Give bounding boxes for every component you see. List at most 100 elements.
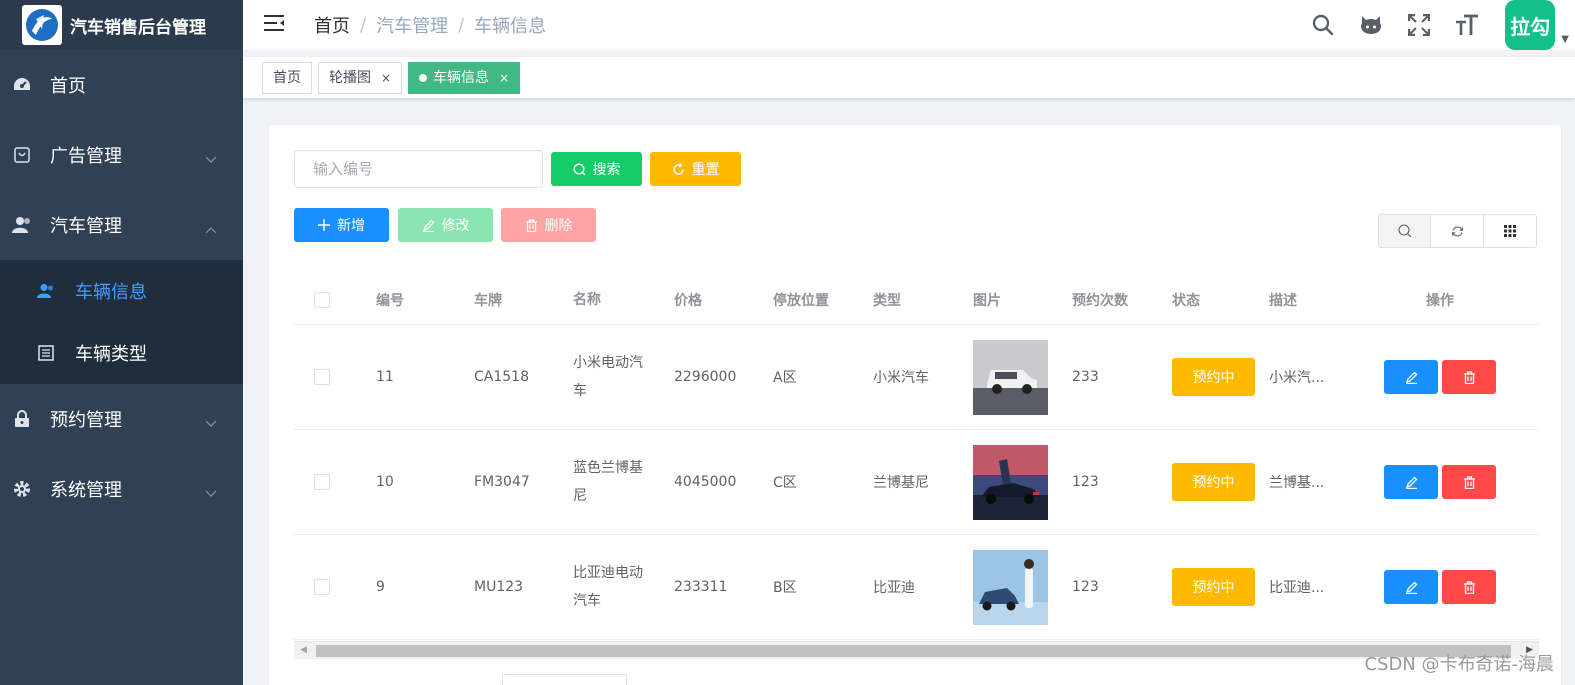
breadcrumb-item-home[interactable]: 首页 [314, 12, 350, 38]
breadcrumb-item-cars: 汽车管理 [376, 16, 449, 37]
cell-location: B区 [773, 580, 797, 596]
close-icon[interactable]: × [499, 63, 509, 93]
toggle-search-button[interactable] [1378, 214, 1431, 248]
scrollbar-thumb[interactable] [316, 645, 1511, 657]
table-header: 编号 车牌 名称 价格 停放位置 类型 图片 预约次数 状态 描述 操作 [294, 275, 1539, 325]
search-button[interactable]: 搜索 [551, 152, 642, 186]
content-card: 搜索 重置 新增 修改 删除 编号 车牌 名称 价格 停放位置 [268, 124, 1562, 685]
sidebar-item-label: 车辆类型 [75, 344, 147, 365]
hamburger-icon[interactable] [264, 14, 284, 36]
cell-desc: 比亚迪... [1269, 580, 1325, 596]
submenu-cars: 车辆信息 车辆类型 [0, 260, 243, 384]
cell-count: 233 [1072, 369, 1099, 385]
chevron-down-icon [205, 148, 217, 169]
sidebar-item-home[interactable]: 首页 [0, 50, 243, 120]
lock-icon [12, 409, 32, 429]
chevron-down-icon [205, 482, 217, 503]
sidebar-item-ads[interactable]: 广告管理 [0, 120, 243, 190]
row-delete-button[interactable] [1442, 465, 1496, 499]
row-checkbox-cell [294, 369, 350, 385]
close-icon[interactable]: × [381, 63, 391, 93]
car-thumbnail[interactable] [973, 339, 1048, 415]
tag-vehicle-info[interactable]: 车辆信息 × [408, 61, 521, 94]
edit-button[interactable]: 修改 [398, 208, 493, 242]
dashboard-icon [12, 75, 32, 95]
sidebar-item-label: 广告管理 [50, 146, 122, 167]
fullscreen-icon[interactable] [1395, 14, 1443, 36]
add-button[interactable]: 新增 [294, 208, 389, 242]
refresh-button[interactable] [1431, 214, 1484, 248]
cell-actions [1347, 360, 1533, 394]
column-header: 价格 [674, 292, 702, 309]
status-button[interactable]: 预约中 [1172, 463, 1255, 501]
cell-desc: 兰博基... [1269, 475, 1325, 491]
cell-name: 蓝色兰博基尼 [573, 460, 643, 504]
search-button-label: 搜索 [592, 162, 621, 178]
row-checkbox-cell [294, 474, 350, 490]
breadcrumb-item-current: 车辆信息 [474, 16, 547, 37]
list-icon [37, 344, 55, 362]
caret-down-icon[interactable]: ▼ [1561, 34, 1569, 45]
select-all-checkbox[interactable] [314, 291, 330, 308]
font-size-icon[interactable] [1443, 14, 1491, 36]
table-row: 11 CA1518 小米电动汽车 2296000 A区 小米汽车 233 预约中… [294, 325, 1539, 430]
tag-home[interactable]: 首页 [262, 61, 312, 94]
edit-icon [422, 219, 434, 232]
cell-actions [1347, 465, 1533, 499]
row-checkbox[interactable] [314, 579, 330, 595]
column-header: 类型 [873, 292, 901, 309]
search-input[interactable] [294, 150, 543, 188]
cell-price: 4045000 [674, 474, 737, 490]
row-checkbox[interactable] [314, 474, 330, 490]
delete-button-label: 删除 [544, 218, 573, 234]
trash-icon [1463, 475, 1475, 489]
avatar[interactable]: 拉勾 [1505, 0, 1556, 50]
columns-button[interactable] [1484, 214, 1537, 248]
column-header: 预约次数 [1072, 292, 1128, 309]
sidebar-item-vehicle-info[interactable]: 车辆信息 [0, 260, 243, 322]
column-header: 名称 [573, 291, 601, 308]
search-icon [1397, 224, 1411, 238]
tag-label: 首页 [273, 69, 301, 86]
active-dot [419, 73, 428, 82]
cell-id: 9 [376, 579, 385, 595]
people-icon [37, 282, 55, 300]
reset-button[interactable]: 重置 [650, 152, 741, 186]
sidebar-item-label: 预约管理 [50, 410, 122, 431]
car-thumbnail[interactable] [973, 444, 1048, 520]
sidebar-item-cars[interactable]: 汽车管理 [0, 190, 243, 260]
tag-label: 轮播图 [329, 69, 371, 86]
pagination-size-select[interactable] [502, 674, 627, 685]
sidebar-item-booking[interactable]: 预约管理 [0, 384, 243, 454]
tag-carousel[interactable]: 轮播图 × [318, 61, 403, 94]
gear-icon [12, 479, 32, 499]
search-icon [572, 162, 585, 175]
status-button[interactable]: 预约中 [1172, 358, 1255, 396]
cell-location: A区 [773, 370, 797, 386]
row-delete-button[interactable] [1442, 360, 1496, 394]
trash-icon [1463, 580, 1475, 594]
search-icon[interactable] [1299, 14, 1347, 36]
column-header: 状态 [1172, 292, 1200, 309]
row-delete-button[interactable] [1442, 570, 1496, 604]
header-tools: 拉勾 ▼ [1299, 0, 1575, 50]
cell-image [949, 339, 1048, 415]
status-button[interactable]: 预约中 [1172, 568, 1255, 606]
chevron-down-icon [205, 412, 217, 433]
header-checkbox-cell [294, 291, 350, 308]
user-icon [12, 215, 32, 235]
row-checkbox-cell [294, 579, 350, 595]
cell-type: 比亚迪 [873, 580, 915, 596]
row-checkbox[interactable] [314, 369, 330, 385]
sidebar-item-vehicle-type[interactable]: 车辆类型 [0, 322, 243, 384]
horizontal-scrollbar[interactable]: ◀ ▶ [294, 641, 1539, 659]
row-edit-button[interactable] [1384, 465, 1438, 499]
scroll-left-icon[interactable]: ◀ [300, 645, 307, 655]
github-icon[interactable] [1347, 14, 1395, 36]
car-thumbnail[interactable] [973, 549, 1048, 625]
delete-button[interactable]: 删除 [501, 208, 596, 242]
row-edit-button[interactable] [1384, 570, 1438, 604]
row-edit-button[interactable] [1384, 360, 1438, 394]
cell-plate: FM3047 [474, 474, 530, 490]
sidebar-item-system[interactable]: 系统管理 [0, 454, 243, 524]
